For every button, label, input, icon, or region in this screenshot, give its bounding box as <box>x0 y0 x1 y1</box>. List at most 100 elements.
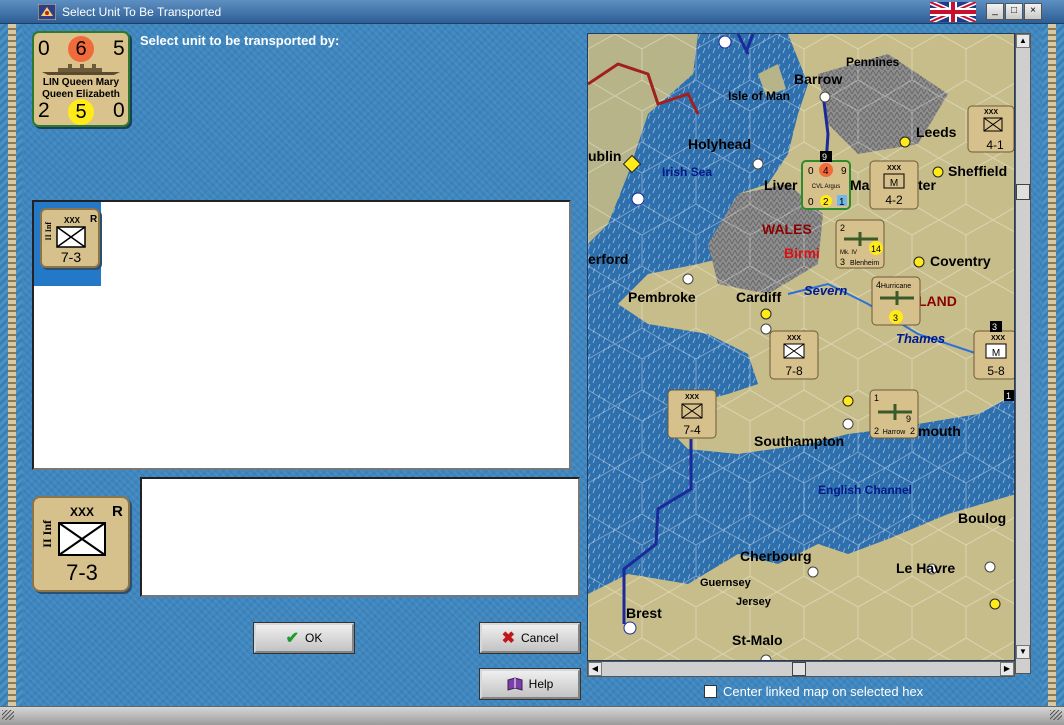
transport-top-right: 5 <box>113 37 125 60</box>
svg-text:3: 3 <box>893 313 898 323</box>
transport-top-left: 0 <box>38 37 50 60</box>
map-label-hereford: erford <box>588 251 628 267</box>
horizontal-scroll-thumb[interactable] <box>792 662 806 676</box>
window-title: Select Unit To Be Transported <box>62 5 222 19</box>
map-label-english-channel: English Channel <box>818 483 912 497</box>
map-label-brest: Brest <box>626 605 662 621</box>
transport-top-circle: 6 <box>68 36 94 62</box>
left-frame <box>0 24 22 724</box>
map-canvas[interactable]: Barrow Pennines Isle of Man Holyhead Lee… <box>588 34 1015 661</box>
map-label-coventry: Coventry <box>930 253 991 269</box>
center-map-label: Center linked map on selected hex <box>723 684 924 699</box>
unit-counter: XXX R II Inf 7-3 <box>40 208 100 268</box>
map-label-jersey: Jersey <box>736 596 772 608</box>
svg-text:5-8: 5-8 <box>987 364 1005 378</box>
map-label-plymouth: mouth <box>918 423 961 439</box>
svg-text:XXX: XXX <box>984 109 998 116</box>
map-label-leeds: Leeds <box>916 124 957 140</box>
unit-flag-label: R <box>90 214 98 225</box>
svg-text:1: 1 <box>839 197 845 208</box>
svg-text:0: 0 <box>808 166 814 177</box>
map-label-birmingham: Birmi <box>784 245 820 261</box>
map-label-southampton: Southampton <box>754 433 844 449</box>
help-button[interactable]: Help <box>479 668 581 700</box>
svg-text:Harrow: Harrow <box>883 429 907 436</box>
map-label-dublin: ublin <box>588 148 621 164</box>
title-bar: Select Unit To Be Transported _ □ × <box>0 0 1064 24</box>
prompt-text: Select unit to be transported by: <box>140 33 340 48</box>
svg-text:2: 2 <box>910 426 915 436</box>
map-label-england: LAND <box>918 293 957 309</box>
map-unit-cvl-argus[interactable]: 0 4 9 CVL Argus 0 2 1 <box>801 160 851 210</box>
unit-info-panel <box>140 477 580 597</box>
close-button[interactable]: × <box>1024 3 1042 20</box>
svg-text:Hurricane: Hurricane <box>881 283 911 290</box>
vertical-scroll-thumb[interactable] <box>1016 184 1030 200</box>
resize-grip-icon[interactable] <box>2 710 14 720</box>
map-label-cardiff: Cardiff <box>736 289 781 305</box>
svg-text:CVL Argus: CVL Argus <box>812 184 840 190</box>
ok-label: OK <box>305 631 323 645</box>
svg-text:2: 2 <box>840 223 845 233</box>
infantry-symbol-icon <box>58 522 106 556</box>
map-unit-hurricane[interactable]: 4 Hurricane 3 <box>871 276 921 326</box>
map-label-pennines: Pennines <box>846 55 900 69</box>
svg-text:1: 1 <box>874 393 879 403</box>
selected-unit-counter: XXX R II Inf 7-3 <box>32 496 130 592</box>
map-label-boulogne: Boulog <box>958 510 1006 526</box>
map-unit-london[interactable]: XXX M 5-8 <box>973 330 1015 380</box>
map-label-thames: Thames <box>896 331 945 346</box>
dialog-body: 0 6 5 LIN Queen Mary Queen Elizabeth 2 5… <box>22 24 1042 706</box>
map-unit-w-dist[interactable]: XXX 4-1 <box>967 105 1014 153</box>
unit-strength: 7-3 <box>60 249 82 265</box>
map-unit-blenheim[interactable]: 2 14 Mk. IV 3 Blenheim <box>835 219 885 269</box>
map-unit-ii[interactable]: XXX 7-8 <box>769 330 819 380</box>
minimize-button[interactable]: _ <box>986 3 1004 20</box>
map-label-manchester-b: ter <box>918 177 936 193</box>
x-mark-icon: ✖ <box>501 630 516 647</box>
transport-bottom-circle: 5 <box>68 99 94 125</box>
map-unit-harrow[interactable]: 1 9 2 Harrow 2 <box>869 389 919 439</box>
svg-text:9: 9 <box>841 166 847 177</box>
map-horizontal-scrollbar[interactable]: ◀ ▶ <box>587 661 1015 677</box>
svg-text:4-1: 4-1 <box>986 138 1004 152</box>
maximize-button[interactable]: □ <box>1005 3 1023 20</box>
scroll-up-arrow-icon[interactable]: ▲ <box>1016 34 1030 48</box>
map-label-holyhead: Holyhead <box>688 136 751 152</box>
center-map-option[interactable]: Center linked map on selected hex <box>704 684 923 699</box>
svg-text:4-2: 4-2 <box>885 193 903 207</box>
map-label-le-havre: Le Havre <box>896 560 955 576</box>
center-map-checkbox[interactable] <box>704 685 717 698</box>
map-label-isle-of-man: Isle of Man <box>728 89 790 103</box>
svg-text:7-8: 7-8 <box>785 364 803 378</box>
transport-name-line1: LIN Queen Mary <box>42 77 120 88</box>
svg-text:XXX: XXX <box>787 335 801 342</box>
unit-list[interactable]: XXX R II Inf 7-3 <box>32 200 571 470</box>
svg-text:9: 9 <box>906 414 911 424</box>
map-label-wales: WALES <box>762 221 812 237</box>
svg-text:7-4: 7-4 <box>683 423 701 437</box>
map-vertical-scrollbar[interactable]: ▲ ▼ <box>1015 33 1031 674</box>
svg-text:M: M <box>890 178 898 189</box>
transport-unit-counter: 0 6 5 LIN Queen Mary Queen Elizabeth 2 5… <box>32 31 130 127</box>
cancel-button[interactable]: ✖ Cancel <box>479 622 581 654</box>
map-label-sheffield: Sheffield <box>948 163 1007 179</box>
scroll-down-arrow-icon[interactable]: ▼ <box>1016 645 1030 659</box>
cancel-label: Cancel <box>521 631 559 645</box>
scroll-left-arrow-icon[interactable]: ◀ <box>588 662 602 676</box>
map-unit-v[interactable]: XXX 7-4 <box>667 389 717 439</box>
svg-text:1: 1 <box>1006 391 1011 401</box>
ok-button[interactable]: ✔ OK <box>253 622 355 654</box>
help-book-icon <box>507 677 523 691</box>
map-unit-manchester[interactable]: XXX M 4-2 <box>869 160 919 210</box>
map-label-pembroke: Pembroke <box>628 289 696 305</box>
list-item[interactable]: XXX R II Inf 7-3 <box>34 202 101 286</box>
resize-grip-icon[interactable] <box>1050 710 1062 720</box>
union-jack-flag-icon <box>930 2 976 22</box>
linked-map[interactable]: Barrow Pennines Isle of Man Holyhead Lee… <box>587 33 1015 661</box>
svg-text:3: 3 <box>992 322 997 332</box>
scroll-right-arrow-icon[interactable]: ▶ <box>1000 662 1014 676</box>
status-bar <box>0 706 1064 725</box>
svg-text:XXX: XXX <box>685 394 699 401</box>
svg-text:3: 3 <box>840 257 845 267</box>
